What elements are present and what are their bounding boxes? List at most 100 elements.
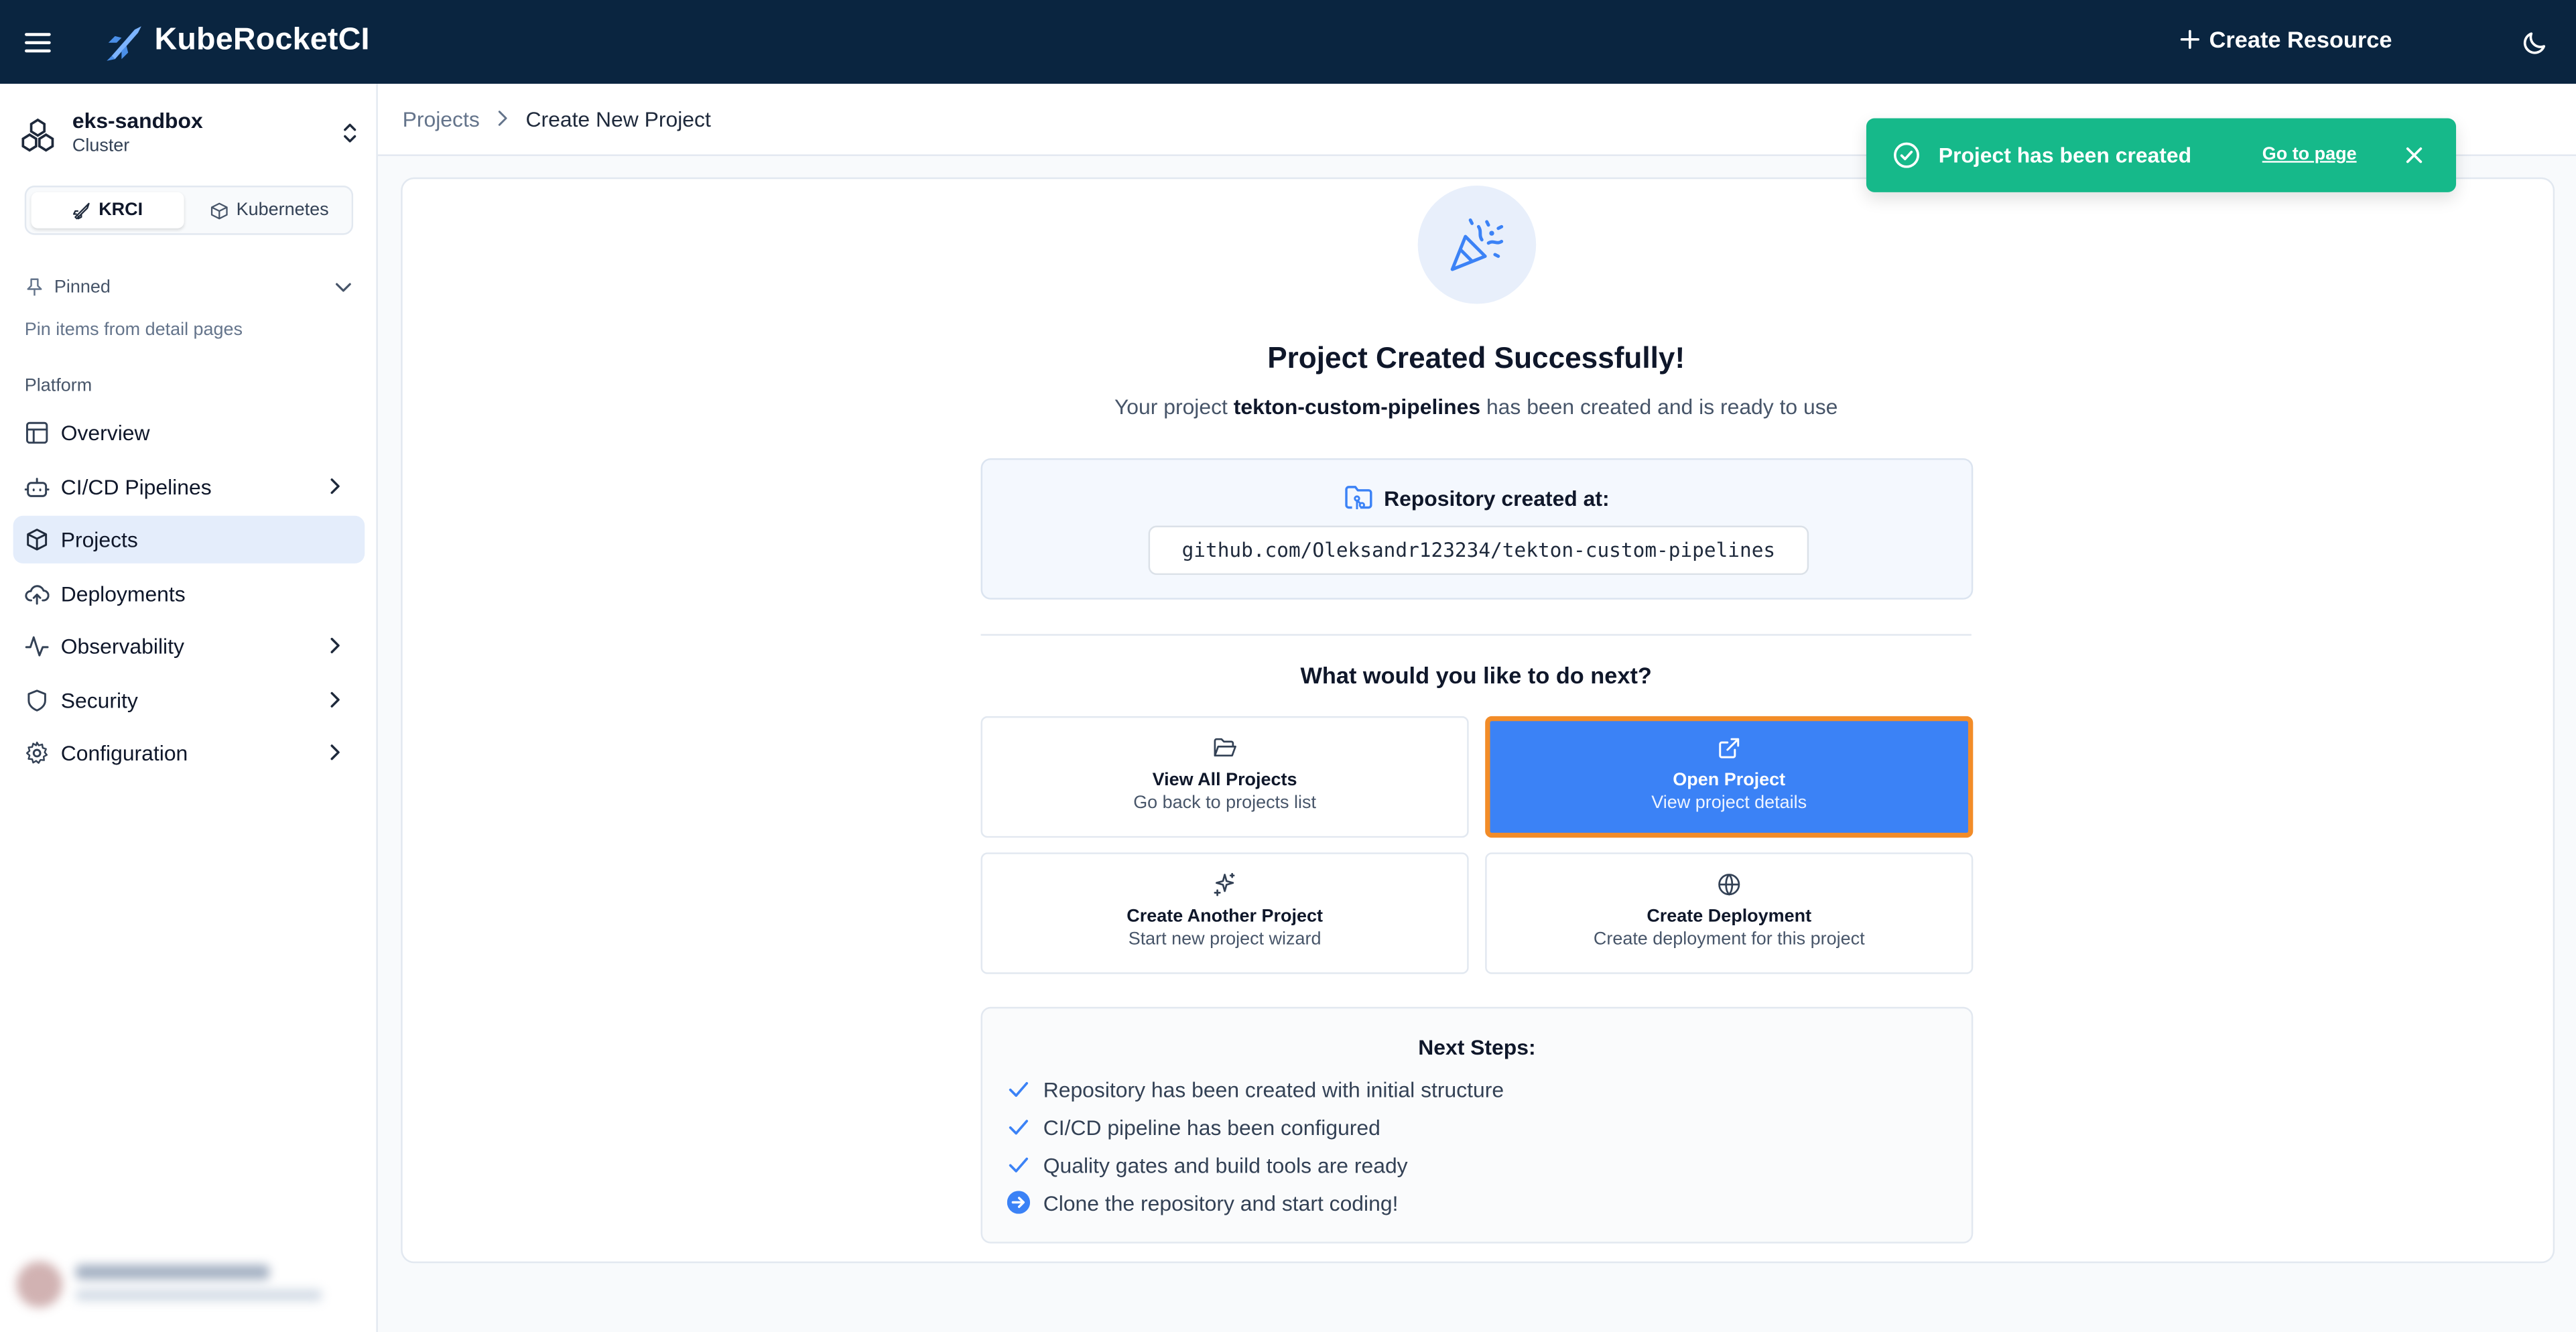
next-step-item: Clone the repository and start coding!	[1007, 1187, 1399, 1217]
sidebar-item-label: CI/CD Pipelines	[60, 474, 212, 500]
cluster-icon	[21, 118, 54, 152]
activity-icon	[25, 636, 49, 657]
toast-go-to-page-link[interactable]: Go to page	[2262, 145, 2357, 164]
globe-icon	[1718, 874, 1740, 896]
breadcrumb-projects-link[interactable]: Projects	[403, 107, 480, 131]
pinned-label: Pinned	[54, 277, 111, 297]
view-all-projects-button[interactable]: View All Projects Go back to projects li…	[980, 716, 1469, 838]
chevron-down-icon	[335, 283, 351, 292]
external-link-icon	[1719, 738, 1740, 758]
moon-icon[interactable]	[2520, 28, 2550, 58]
next-step-text: Quality gates and build tools are ready	[1043, 1152, 1408, 1177]
divider	[980, 634, 1972, 636]
sparkles-icon	[1214, 872, 1235, 896]
cloud-upload-icon	[25, 585, 50, 605]
create-another-project-button[interactable]: Create Another Project Start new project…	[980, 852, 1469, 974]
chevron-right-icon	[330, 691, 340, 708]
mode-krci-label: KRCI	[99, 200, 143, 220]
sidebar-item-cicd-pipelines[interactable]: CI/CD Pipelines	[13, 463, 365, 511]
shield-icon	[27, 689, 46, 712]
success-toast: Project has been created Go to page	[1866, 118, 2457, 192]
action-subtitle: Start new project wizard	[1128, 929, 1322, 949]
app-root: KubeRocketCI Create Resource eks-sandbox…	[0, 0, 2576, 1332]
mode-kubernetes-label: Kubernetes	[236, 200, 329, 220]
next-steps-title: Next Steps:	[1418, 1035, 1536, 1060]
mode-krci-button[interactable]: KRCI	[31, 192, 184, 228]
sidebar-item-projects[interactable]: Projects	[13, 515, 365, 563]
repository-label-text: Repository created at:	[1384, 485, 1610, 511]
action-title: View All Projects	[1152, 770, 1297, 791]
repository-info-box: Repository created at: github.com/Oleksa…	[980, 458, 1974, 600]
sidebar-item-label: Overview	[60, 420, 150, 446]
check-circle-icon	[1894, 142, 1920, 168]
next-step-text: Repository has been created with initial…	[1043, 1076, 1504, 1102]
party-popper-icon	[1417, 186, 1537, 304]
action-title: Create Deployment	[1647, 907, 1812, 927]
user-profile-blurred[interactable]	[10, 1255, 363, 1314]
user-name-redacted	[75, 1264, 270, 1280]
sidebar-item-overview[interactable]: Overview	[13, 409, 365, 456]
sidebar-item-label: Security	[60, 688, 138, 713]
section-label-platform: Platform	[24, 376, 92, 396]
cluster-name: eks-sandbox	[72, 108, 203, 133]
check-icon	[1009, 1081, 1029, 1097]
success-title: Project Created Successfully!	[1267, 341, 1685, 375]
sidebar-item-label: Observability	[60, 634, 184, 659]
gear-icon	[25, 741, 48, 764]
success-subtitle: Your project tekton-custom-pipelines has…	[981, 394, 1972, 419]
sidebar-item-label: Configuration	[60, 740, 188, 766]
subtitle-prefix: Your project	[1114, 394, 1234, 419]
chevron-right-icon	[330, 478, 340, 494]
avatar	[16, 1261, 63, 1308]
create-resource-button[interactable]: Create Resource	[2179, 26, 2392, 52]
user-email-redacted	[75, 1289, 322, 1301]
menu-icon[interactable]	[19, 25, 56, 61]
chevron-right-icon	[330, 744, 340, 760]
action-subtitle: Create deployment for this project	[1593, 929, 1865, 949]
chevron-right-icon	[498, 111, 507, 126]
mode-kubernetes-button[interactable]: Kubernetes	[192, 192, 346, 228]
create-deployment-button[interactable]: Create Deployment Create deployment for …	[1485, 852, 1974, 974]
open-project-button[interactable]: Open Project View project details	[1485, 716, 1974, 838]
project-name: tekton-custom-pipelines	[1233, 394, 1481, 419]
pin-icon	[27, 278, 42, 296]
check-icon	[1009, 1120, 1029, 1135]
close-icon[interactable]	[2404, 145, 2425, 166]
breadcrumb-current: Create New Project	[525, 107, 711, 132]
top-bar: KubeRocketCI Create Resource	[0, 0, 2576, 84]
next-step-item: CI/CD pipeline has been configured	[1007, 1112, 1380, 1142]
create-resource-label: Create Resource	[2209, 26, 2392, 53]
subtitle-suffix: has been created and is ready to use	[1480, 394, 1838, 419]
sidebar-item-observability[interactable]: Observability	[13, 622, 365, 670]
bot-icon	[24, 478, 50, 497]
next-step-text: Clone the repository and start coding!	[1043, 1190, 1399, 1215]
layout-icon	[25, 421, 48, 444]
action-subtitle: View project details	[1651, 793, 1807, 813]
box-icon	[27, 529, 48, 551]
plus-icon	[2180, 29, 2199, 49]
sidebar: eks-sandbox Cluster KRCI Kubernetes Pinn…	[0, 84, 378, 1332]
toast-message: Project has been created	[1938, 143, 2192, 168]
action-title: Create Another Project	[1126, 907, 1323, 927]
arrow-right-circle-icon	[1007, 1191, 1031, 1214]
brand-name[interactable]: KubeRocketCI	[154, 23, 369, 59]
sidebar-item-configuration[interactable]: Configuration	[13, 729, 365, 777]
sidebar-item-label: Deployments	[60, 581, 186, 606]
folder-open-icon	[1214, 738, 1236, 757]
action-subtitle: Go back to projects list	[1133, 793, 1317, 813]
sidebar-item-security[interactable]: Security	[13, 677, 365, 724]
pinned-hint: Pin items from detail pages	[24, 320, 243, 340]
chevrons-up-down-icon	[344, 123, 357, 143]
next-step-item: Repository has been created with initial…	[1007, 1074, 1504, 1104]
next-actions-heading: What would you like to do next?	[1300, 661, 1652, 689]
next-step-text: CI/CD pipeline has been configured	[1043, 1114, 1380, 1140]
next-steps-panel: Next Steps: Repository has been created …	[980, 1006, 1974, 1244]
rocket-logo-icon[interactable]	[102, 23, 148, 62]
sidebar-item-deployments[interactable]: Deployments	[13, 570, 365, 618]
repository-url[interactable]: github.com/Oleksandr123234/tekton-custom…	[1148, 525, 1809, 576]
check-icon	[1009, 1157, 1029, 1173]
cluster-selector[interactable]: eks-sandbox Cluster	[19, 107, 368, 159]
action-title: Open Project	[1673, 770, 1786, 791]
cube-icon	[210, 202, 228, 219]
pinned-toggle[interactable]: Pinned	[25, 274, 353, 300]
